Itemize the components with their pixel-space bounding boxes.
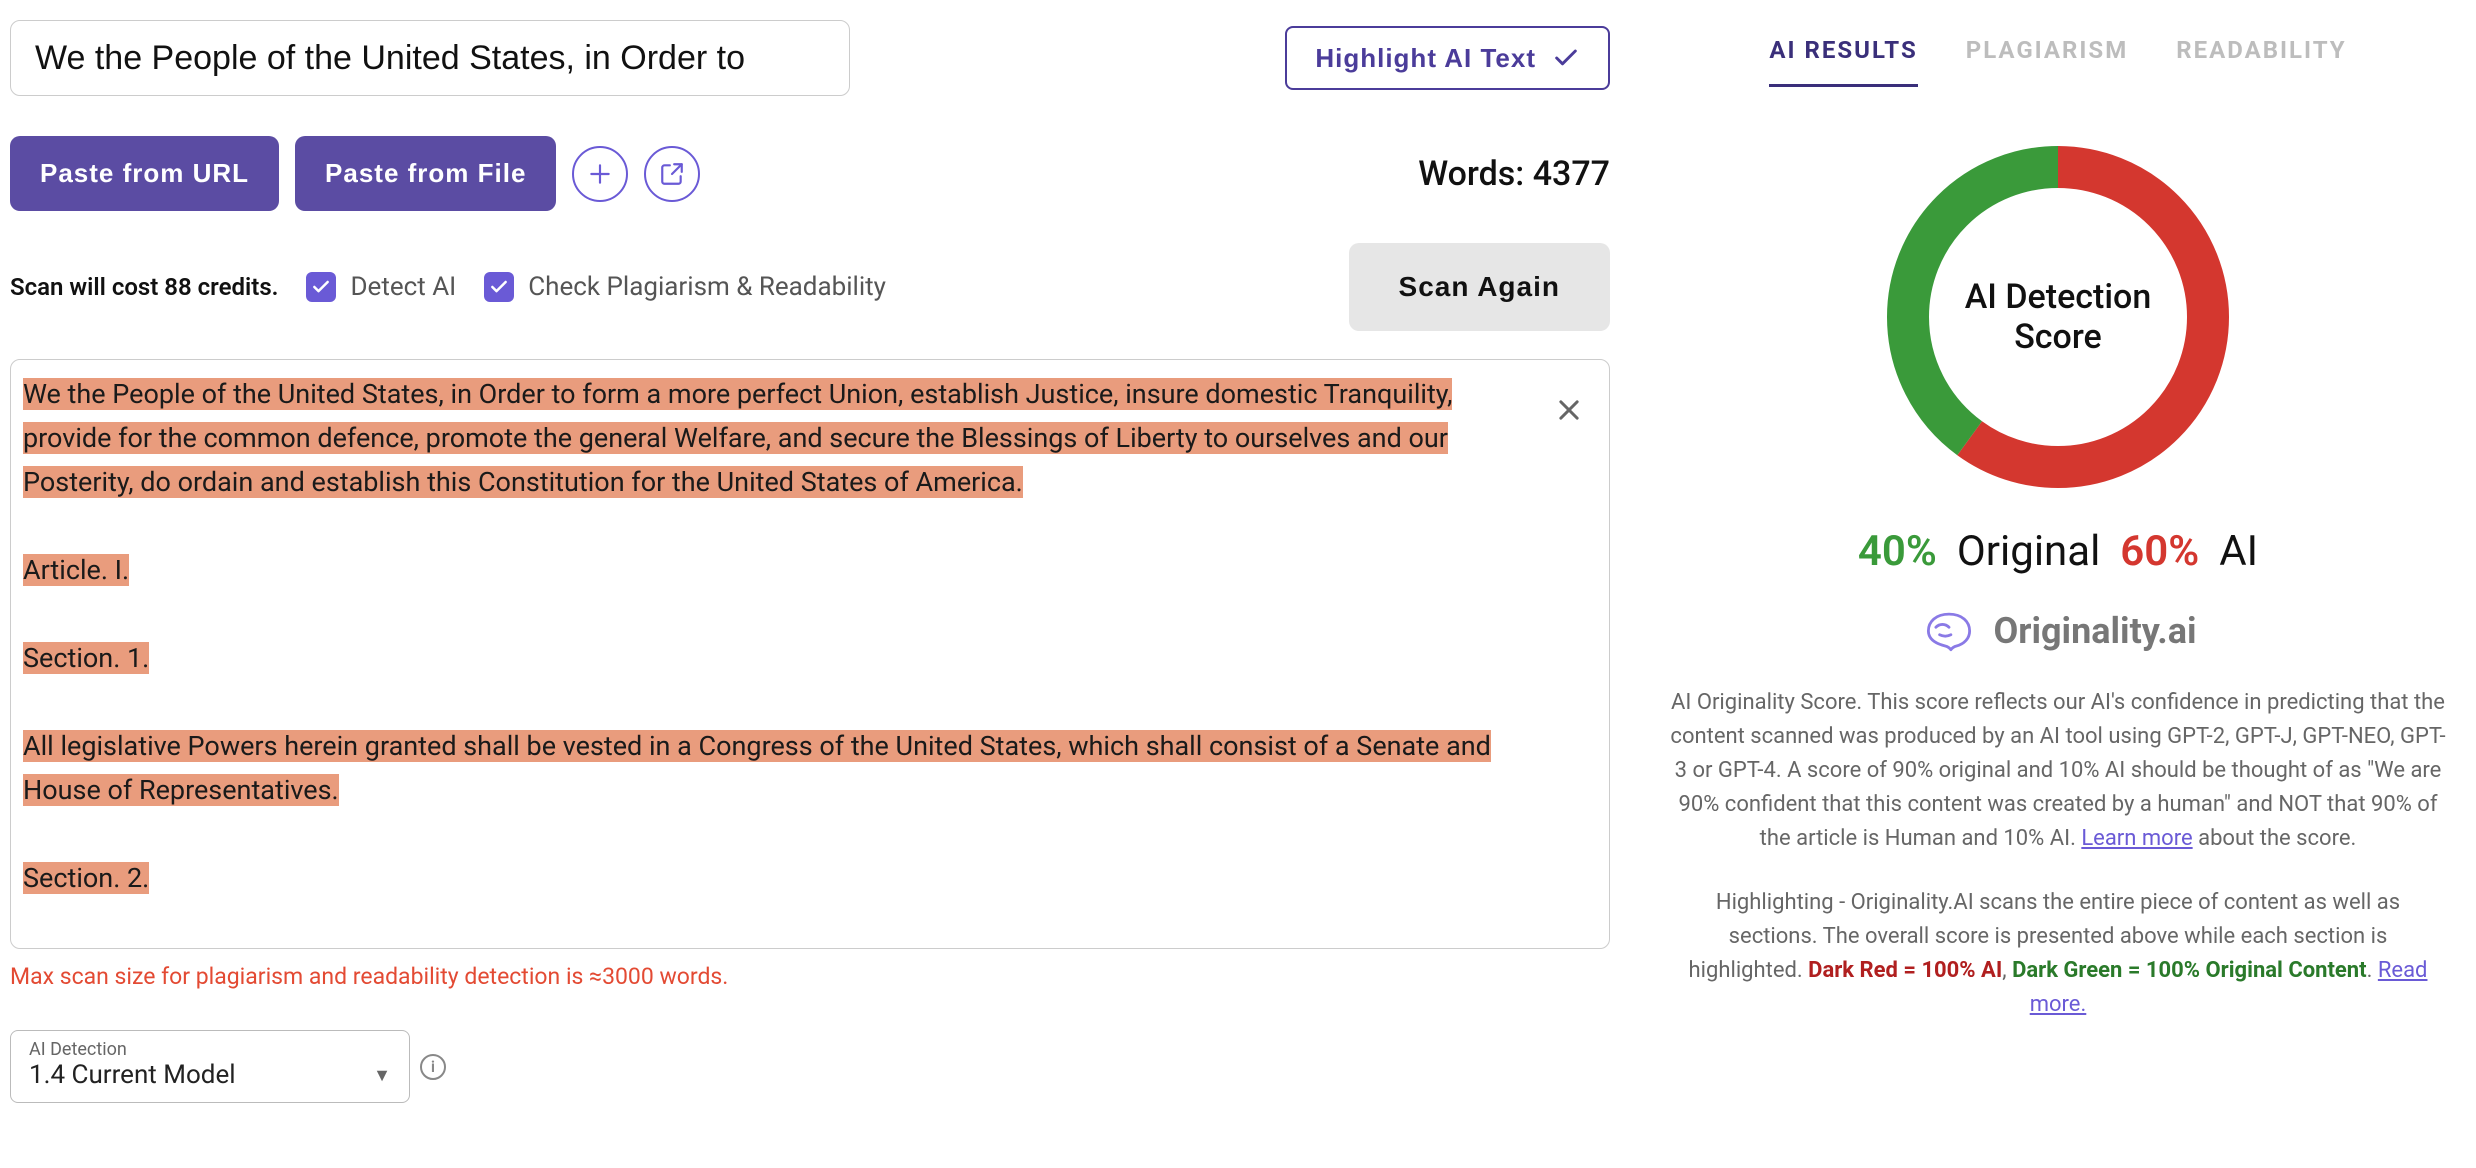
- ai-detection-score-chart: AI Detection Score: [1878, 137, 2238, 497]
- dark-green-legend: Dark Green = 100% Original Content: [2012, 958, 2367, 983]
- dark-red-legend: Dark Red = 100% AI: [1808, 958, 2002, 983]
- highlighted-text: Article. I.: [23, 554, 129, 586]
- donut-title: Score: [2014, 317, 2102, 357]
- model-select-value: 1.4 Current Model: [29, 1060, 236, 1090]
- check-icon: [1552, 44, 1580, 72]
- brand-logo: Originality.ai: [1919, 606, 2196, 656]
- detect-ai-label: Detect AI: [350, 272, 456, 302]
- paste-from-file-button[interactable]: Paste from File: [295, 136, 556, 211]
- ai-percent: 60%: [2120, 527, 2199, 576]
- ai-label: AI: [2219, 527, 2258, 576]
- brain-icon: [1919, 606, 1979, 656]
- model-select-label: AI Detection: [29, 1039, 391, 1060]
- score-summary: 40% Original 60% AI: [1858, 527, 2258, 576]
- max-scan-warning: Max scan size for plagiarism and readabi…: [10, 963, 1610, 990]
- learn-more-link[interactable]: Learn more: [2081, 826, 2192, 851]
- title-input[interactable]: [10, 20, 850, 96]
- highlight-ai-text-button[interactable]: Highlight AI Text: [1285, 26, 1610, 90]
- close-icon: [1555, 396, 1583, 424]
- share-icon: [659, 161, 685, 187]
- highlighted-text: Section. 2.: [23, 862, 149, 894]
- credit-cost-text: Scan will cost 88 credits.: [10, 273, 278, 301]
- highlighting-description: Highlighting - Originality.AI scans the …: [1670, 886, 2446, 1022]
- check-plagiarism-label: Check Plagiarism & Readability: [528, 272, 886, 302]
- content-text[interactable]: We the People of the United States, in O…: [23, 372, 1539, 936]
- plus-icon: [587, 161, 613, 187]
- highlighted-text: We the People of the United States, in O…: [23, 378, 1452, 498]
- checkmark-icon: [489, 277, 509, 297]
- chevron-down-icon: ▼: [373, 1065, 391, 1086]
- content-textarea[interactable]: We the People of the United States, in O…: [10, 359, 1610, 949]
- original-percent: 40%: [1858, 527, 1937, 576]
- detect-ai-checkbox[interactable]: [306, 272, 336, 302]
- tab-ai-results[interactable]: AI RESULTS: [1769, 36, 1917, 87]
- score-description: AI Originality Score. This score reflect…: [1670, 686, 2446, 856]
- checkmark-icon: [311, 277, 331, 297]
- tab-readability[interactable]: READABILITY: [2176, 36, 2346, 87]
- results-tabs: AI RESULTS PLAGIARISM READABILITY: [1670, 36, 2446, 87]
- scan-again-button[interactable]: Scan Again: [1349, 243, 1610, 331]
- check-plagiarism-checkbox[interactable]: [484, 272, 514, 302]
- highlight-ai-text-label: Highlight AI Text: [1315, 43, 1536, 74]
- word-count: Words: 4377: [1418, 154, 1610, 194]
- paste-from-url-button[interactable]: Paste from URL: [10, 136, 279, 211]
- highlighted-text: All legislative Powers herein granted sh…: [23, 730, 1491, 806]
- clear-content-button[interactable]: [1549, 390, 1589, 430]
- original-label: Original: [1957, 527, 2100, 576]
- add-button[interactable]: [572, 146, 628, 202]
- info-icon[interactable]: i: [420, 1054, 446, 1080]
- donut-title: AI Detection: [1965, 277, 2152, 317]
- share-button[interactable]: [644, 146, 700, 202]
- tab-plagiarism[interactable]: PLAGIARISM: [1966, 36, 2129, 87]
- highlighted-text: Section. 1.: [23, 642, 149, 674]
- ai-detection-model-select[interactable]: AI Detection 1.4 Current Model ▼: [10, 1030, 410, 1103]
